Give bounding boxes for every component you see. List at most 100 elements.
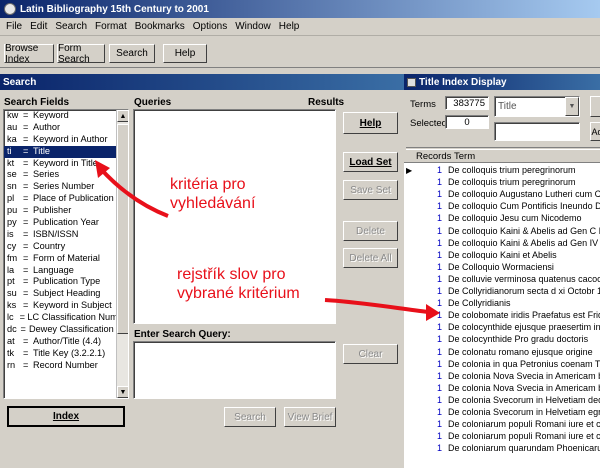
index-row-records: 1: [436, 310, 442, 321]
index-terms-list[interactable]: ▶ 1 De colloquis trium peregrinorum 1 De col…: [404, 162, 600, 468]
search-field-tk[interactable]: tk = Title Key (3.2.2.1): [4, 348, 128, 360]
form-search-button[interactable]: Form Search: [57, 43, 105, 65]
delete-all-button[interactable]: Delete All: [343, 248, 398, 268]
delete-button[interactable]: Delete: [343, 221, 398, 241]
field-name: Language: [33, 264, 74, 275]
search-field-la[interactable]: la = Language: [4, 265, 128, 277]
browse-index-button[interactable]: Browse Index: [4, 43, 54, 65]
field-code: cy: [7, 240, 17, 251]
search-fields-scrollbar[interactable]: ▲ ▼: [116, 110, 128, 398]
scroll-down-icon[interactable]: ▼: [117, 386, 128, 398]
clear-button[interactable]: Clear: [343, 344, 398, 364]
index-row[interactable]: 1 De Collyridianis: [404, 298, 511, 309]
search-button[interactable]: Search: [109, 44, 155, 63]
search-field-cy[interactable]: cy = Country: [4, 241, 128, 253]
go-button[interactable]: Ad: [590, 122, 600, 141]
search-field-se[interactable]: se = Series: [4, 169, 128, 181]
field-code: ks: [7, 300, 17, 311]
field-code: la: [7, 264, 15, 275]
menu-search[interactable]: Search: [51, 21, 91, 32]
query-input[interactable]: [133, 341, 336, 399]
index-row[interactable]: 1 De coloniarum populi Romani iure et con…: [404, 419, 600, 430]
term-search-input[interactable]: [494, 122, 580, 141]
field-name: Keyword in Author: [33, 133, 108, 144]
help-query-button[interactable]: Help: [343, 112, 398, 134]
search-field-pu[interactable]: pu = Publisher: [4, 205, 128, 217]
annotation-criteria: kritéria pro vyhledávání: [170, 175, 255, 213]
chevron-down-icon[interactable]: ▼: [565, 97, 579, 116]
search-field-is[interactable]: is = ISBN/ISSN: [4, 229, 128, 241]
field-name: Keyword in Subject: [33, 300, 112, 311]
search-field-ks[interactable]: ks = Keyword in Subject: [4, 300, 128, 312]
index-row[interactable]: 1 De colloquio Jesu cum Nicodemo: [404, 213, 582, 224]
index-row[interactable]: 1 De colloquio Kaini & Abelis ad Gen IV 8: [404, 238, 600, 249]
index-row[interactable]: 1 De colonia Nova Svecia in Americam bore…: [404, 371, 600, 382]
index-row[interactable]: 1 De colloquio Cum Pontificis Ineundo Dis…: [404, 201, 600, 212]
field-name: Publication Type: [33, 276, 101, 287]
terms-count: 383775: [445, 96, 489, 110]
index-row[interactable]: 1 De colonia Svecorum in Helvetiam egress…: [404, 407, 600, 418]
field-code: dc: [7, 324, 17, 335]
menu-help[interactable]: Help: [275, 21, 304, 32]
search-field-kt[interactable]: kt = Keyword in Title: [4, 158, 128, 170]
field-code: pt: [7, 276, 15, 287]
search-field-dc[interactable]: dc = Dewey Classification Nu: [4, 324, 128, 336]
menu-bookmarks[interactable]: Bookmarks: [131, 21, 189, 32]
search-field-ti[interactable]: ti = Title: [4, 145, 128, 158]
menu-window[interactable]: Window: [231, 21, 275, 32]
load-set-button[interactable]: Load Set: [343, 152, 398, 172]
search-query-button[interactable]: Search: [224, 407, 276, 427]
index-row[interactable]: 1 De colobomate iridis Praefatus est Frid…: [404, 310, 600, 321]
scroll-thumb[interactable]: [117, 124, 128, 334]
index-row[interactable]: 1 De colocynthide ejusque praesertim in h…: [404, 322, 600, 333]
search-field-rn[interactable]: rn = Record Number: [4, 360, 128, 372]
search-field-ka[interactable]: ka = Keyword in Author: [4, 134, 128, 146]
index-row[interactable]: 1 De colonatu romano ejusque origine: [404, 347, 593, 358]
search-field-pt[interactable]: pt = Publication Type: [4, 276, 128, 288]
menu-file[interactable]: File: [2, 21, 26, 32]
index-row[interactable]: 1 De Colloquio Wormaciensi: [404, 262, 554, 273]
index-row[interactable]: 1 De coloniarum quarundam Phoenicarum pri…: [404, 443, 600, 454]
index-row[interactable]: 1 De colloquio Augustano Lutheri cum Caje…: [404, 189, 600, 200]
search-field-su[interactable]: su = Subject Heading: [4, 288, 128, 300]
field-eq: =: [23, 145, 29, 156]
menu-edit[interactable]: Edit: [26, 21, 51, 32]
view-brief-button[interactable]: View Brief: [284, 407, 336, 427]
index-row[interactable]: 1 De colocynthide Pro gradu doctoris: [404, 334, 588, 345]
index-row[interactable]: 1 De colloquis trium peregrinorum: [404, 177, 576, 188]
app-icon: [4, 3, 16, 15]
field-eq: =: [23, 359, 29, 370]
save-set-button[interactable]: Save Set: [343, 180, 398, 200]
index-row[interactable]: 1 De colluvie verminosa quatenus cacochym…: [404, 274, 600, 285]
search-field-fm[interactable]: fm = Form of Material: [4, 253, 128, 265]
search-field-sn[interactable]: sn = Series Number: [4, 181, 128, 193]
index-row[interactable]: 1 De colonia Nova Svecia in Americam bore…: [404, 383, 600, 394]
scroll-up-icon[interactable]: ▲: [117, 110, 128, 122]
index-row[interactable]: 1 De colonia Svecorum in Helvetiam deduct…: [404, 395, 600, 406]
index-button[interactable]: Index: [7, 406, 125, 427]
index-row[interactable]: 1 De colloquio Kaini & Abelis ad Gen C IV…: [404, 226, 600, 237]
search-field-au[interactable]: au = Author: [4, 122, 128, 134]
index-row[interactable]: 1 De colonia in qua Petronius coenam Trim…: [404, 359, 600, 370]
index-side-button[interactable]: [590, 96, 600, 117]
index-row[interactable]: 1 De Collyridianorum secta d xi Octobr 17…: [404, 286, 600, 297]
field-code: pl: [7, 193, 15, 204]
index-row[interactable]: 1 De colloquio Kaini et Abelis: [404, 250, 557, 261]
index-row[interactable]: ▶ 1 De colloquis trium peregrinorum: [404, 165, 576, 176]
field-code: kw: [7, 110, 19, 120]
field-eq: =: [23, 228, 29, 239]
menu-options[interactable]: Options: [189, 21, 231, 32]
search-field-kw[interactable]: kw = Keyword: [4, 110, 128, 122]
search-field-lc[interactable]: lc = LC Classification Numbe: [4, 312, 128, 324]
search-field-pl[interactable]: pl = Place of Publication: [4, 193, 128, 205]
field-select[interactable]: Title ▼: [494, 96, 580, 117]
help-button[interactable]: Help: [163, 44, 207, 63]
field-eq: =: [23, 169, 29, 180]
search-field-py[interactable]: py = Publication Year: [4, 217, 128, 229]
index-row[interactable]: 1 De coloniarum populi Romani iure et con…: [404, 431, 600, 442]
index-row-term: De colonia in qua Petronius coenam Trima…: [448, 358, 600, 369]
search-field-at[interactable]: at = Author/Title (4.4): [4, 336, 128, 348]
search-fields-list[interactable]: kw = Keyword au = Author ka = Keyword in Author t…: [3, 109, 129, 399]
index-window-title-bar: Title Index Display: [404, 74, 600, 90]
menu-format[interactable]: Format: [91, 21, 131, 32]
